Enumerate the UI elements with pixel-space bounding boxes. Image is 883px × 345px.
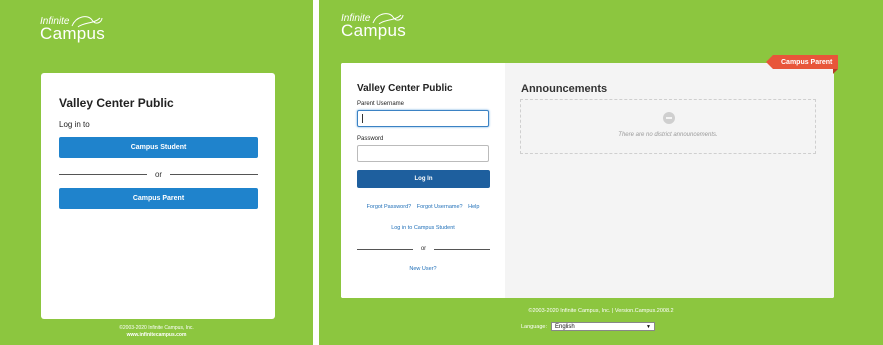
website-link[interactable]: www.infinitecampus.com [0,332,313,339]
or-divider: or [59,170,258,179]
infinite-campus-logo: Infinite Campus [341,13,406,39]
divider-line [357,248,413,250]
campus-parent-button[interactable]: Campus Parent [59,188,258,209]
language-selected: English [555,323,575,330]
announcements-title: Announcements [521,83,608,95]
or-text: or [420,246,427,252]
language-select[interactable]: English ▼ [551,322,655,331]
password-label: Password [357,136,384,142]
divider-line [434,248,490,250]
login-form: Valley Center Public Parent Username Pas… [341,63,505,298]
or-divider: or [357,246,490,252]
forgot-password-link[interactable]: Forgot Password? [367,204,412,210]
text-caret [362,114,363,123]
logo-swoosh-icon [372,13,404,25]
username-label: Parent Username [357,101,405,107]
login-card: Valley Center Public Log in to Campus St… [41,73,275,319]
empty-announcements-message: There are no district announcements. [618,132,718,138]
copyright-text: ©2003-2020 Infinite Campus, Inc. [119,325,194,331]
help-links: Forgot Password? Forgot Username? Help [341,204,505,210]
username-input[interactable] [357,110,489,127]
no-entry-icon [663,112,675,124]
language-selector-row: Language: English ▼ [521,322,655,331]
announcements-panel: Announcements There are no district anno… [505,63,834,298]
or-text: or [154,170,163,179]
infinite-campus-logo: Infinite Campus [40,16,105,42]
announcements-empty-box: There are no district announcements. [520,99,816,154]
parent-login-screen: Infinite Campus Valley Center Public Par… [319,0,883,345]
logo-swoosh-icon [71,16,103,28]
school-name: Valley Center Public [357,83,453,94]
parent-login-card: Valley Center Public Parent Username Pas… [341,63,834,298]
dropdown-arrow-icon: ▼ [646,323,651,330]
footer-version: ©2003-2020 Infinite Campus, Inc. | Versi… [528,308,674,314]
left-login-screen: Infinite Campus Valley Center Public Log… [0,0,313,345]
divider-line [59,174,147,175]
login-button[interactable]: Log In [357,170,490,188]
help-link[interactable]: Help [468,204,479,210]
login-prompt: Log in to [59,120,90,129]
campus-student-link[interactable]: Log in to Campus Student [341,225,505,231]
password-input[interactable] [357,145,489,162]
language-label: Language: [521,323,547,330]
school-name: Valley Center Public [59,96,174,110]
divider-line [170,174,258,175]
forgot-username-link[interactable]: Forgot Username? [417,204,463,210]
campus-parent-ribbon: Campus Parent [765,55,839,74]
footer: ©2003-2020 Infinite Campus, Inc. www.inf… [0,325,313,339]
campus-student-button[interactable]: Campus Student [59,137,258,158]
new-user-link[interactable]: New User? [341,266,505,272]
